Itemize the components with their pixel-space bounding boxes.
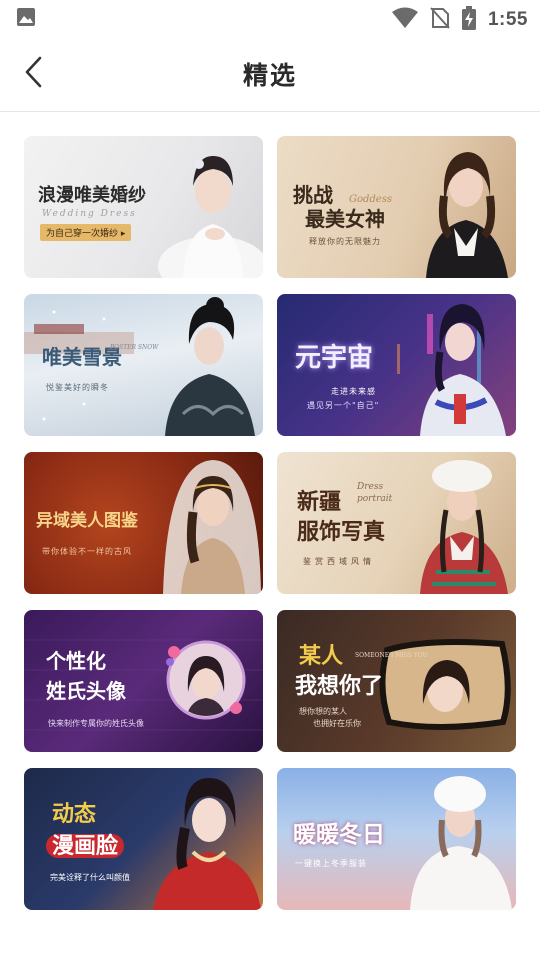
template-card-metaverse[interactable]: 元宇宙 走进未来感 遇见另一个"自己" [277, 294, 516, 436]
portrait-image [165, 297, 255, 436]
template-card-miss-you[interactable]: 某人 我想你了 SOMEONE I MISS YOU 想你想的某人 也拥好在乐你 [277, 610, 516, 752]
card-tagline-line2: 遇见另一个"自己" [307, 401, 380, 410]
card-title: 暖暖冬日 [293, 821, 385, 848]
image-notification-icon [16, 7, 36, 31]
card-tagline-line1: 想你想的某人 [299, 707, 347, 716]
card-title-line1: 新疆 [297, 489, 342, 515]
portrait-image [153, 778, 261, 910]
clock: 1:55 [487, 9, 528, 30]
card-title-line2: 姓氏头像 [46, 679, 126, 703]
card-subtitle-en-line1: Dress [357, 482, 384, 492]
card-subtitle-en: Goddess [349, 194, 392, 205]
portrait-image [420, 460, 508, 594]
card-tagline: 带你体验不一样的古风 [42, 547, 132, 556]
template-card-xinjiang[interactable]: 新疆 服饰写真 Dress portrait 鉴赏西域风情 [277, 452, 516, 594]
card-tagline: 悦鉴美好的瞬冬 [46, 383, 109, 392]
card-subtitle-en: Wedding Dress [42, 209, 137, 219]
card-tagline: 快来制作专属你的姓氏头像 [48, 719, 144, 728]
card-subtitle-en-line2: portrait [357, 494, 393, 504]
template-card-exotic[interactable]: 异域美人图鉴 带你体验不一样的古风 [24, 452, 263, 594]
page-title: 精选 [242, 61, 297, 90]
battery-charging-icon [461, 6, 476, 34]
template-card-surname[interactable]: 个性化 姓氏头像 快来制作专属你的姓氏头像 [24, 610, 263, 752]
card-tag: 为自己穿一次婚纱 ▸ [40, 224, 132, 241]
card-title-line1: 某人 [299, 643, 344, 669]
portrait-image [158, 156, 263, 278]
template-grid: 浪漫唯美婚纱 Wedding Dress 为自己穿一次婚纱 ▸ 挑战 最美女神 … [24, 136, 516, 910]
template-card-comic-face[interactable]: 动态 漫画脸 完美诠释了什么叫颜值 [24, 768, 263, 910]
template-card-snow[interactable]: 唯美雪景 POSTER SNOW 悦鉴美好的瞬冬 [24, 294, 263, 436]
template-card-goddess[interactable]: 挑战 最美女神 Goddess 释放你的无限魅力 [277, 136, 516, 278]
card-title: 元宇宙 [295, 343, 374, 373]
template-card-warm-winter[interactable]: 暖暖冬日 一键换上冬季服装 [277, 768, 516, 910]
card-tagline: 完美诠释了什么叫颜值 [50, 873, 130, 882]
card-title-line1: 个性化 [46, 649, 106, 673]
card-title-line1: 挑战 [293, 183, 333, 207]
template-card-wedding[interactable]: 浪漫唯美婚纱 Wedding Dress 为自己穿一次婚纱 ▸ [24, 136, 263, 278]
portrait-image [426, 152, 508, 278]
card-subtitle-en: POSTER SNOW [110, 344, 159, 351]
portrait-image [410, 776, 512, 910]
card-tagline: 释放你的无限魅力 [309, 237, 381, 246]
card-tagline: 一键换上冬季服装 [295, 859, 367, 868]
card-tagline-line1: 走进未来感 [331, 387, 376, 396]
card-title-line2: 最美女神 [305, 207, 385, 231]
card-subtitle-en: SOMEONE I MISS YOU [355, 652, 428, 659]
wifi-icon [391, 7, 418, 33]
card-tagline: 鉴赏西域风情 [303, 557, 375, 566]
status-bar: 1:55 [0, 0, 540, 36]
portrait-image [163, 460, 261, 594]
avatar [170, 644, 242, 716]
card-tagline-line2: 也拥好在乐你 [313, 719, 361, 728]
app-header: 精选 [0, 36, 540, 112]
card-title-line1: 动态 [52, 801, 97, 827]
no-sim-icon [430, 7, 450, 33]
card-title: 异域美人图鉴 [36, 511, 138, 531]
card-title: 浪漫唯美婚纱 [38, 185, 146, 206]
card-title-line2: 漫画脸 [46, 834, 125, 858]
portrait-image [420, 304, 506, 436]
card-title-line2: 服饰写真 [297, 519, 386, 545]
card-title-line2: 我想你了 [295, 673, 384, 699]
